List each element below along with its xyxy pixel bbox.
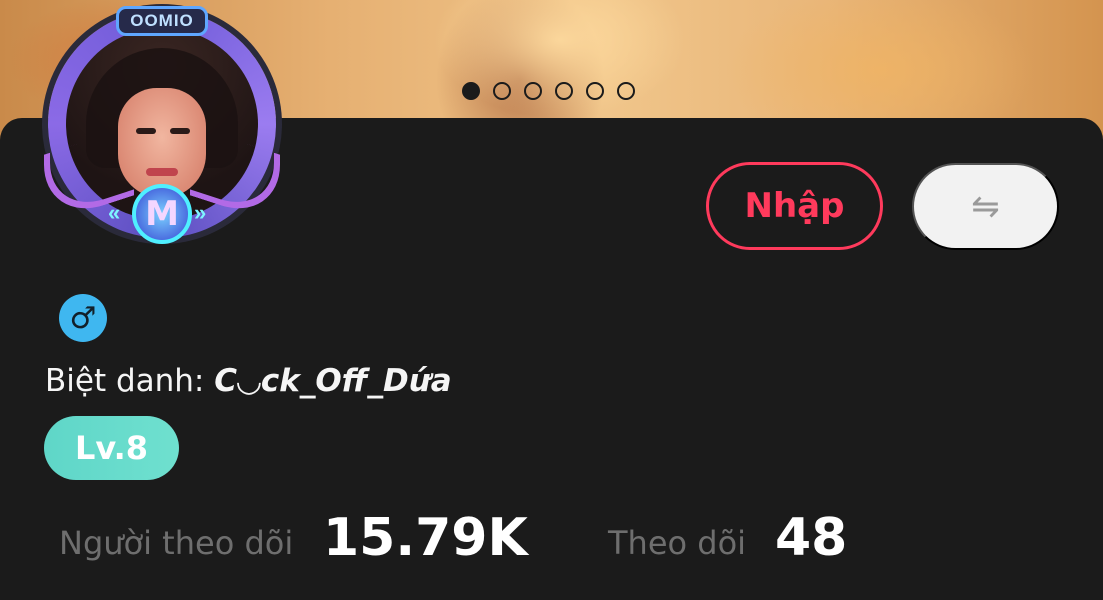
nickname-label: Biệt danh: <box>45 363 205 399</box>
avatar[interactable]: OOMIO « M » <box>40 0 284 250</box>
following-count[interactable]: 48 <box>775 508 847 568</box>
stats-row: Người theo dõi 15.79K Theo dõi 48 <box>0 508 1103 578</box>
followers-count[interactable]: 15.79K <box>323 508 528 568</box>
carousel-dot[interactable] <box>493 82 511 100</box>
switch-button[interactable]: ⇋ <box>912 163 1059 250</box>
carousel-dot[interactable] <box>586 82 604 100</box>
carousel-dot[interactable] <box>462 82 480 100</box>
frame-label: OOMIO <box>116 6 208 36</box>
member-badge: M <box>132 184 192 244</box>
followers-label[interactable]: Người theo dõi <box>59 524 293 562</box>
male-icon: ♂ <box>59 294 107 342</box>
enter-button[interactable]: Nhập <box>706 162 883 250</box>
swap-arrows-icon: ⇋ <box>971 187 1000 226</box>
chevron-left-icon: « <box>108 200 121 225</box>
carousel-indicator <box>462 82 635 100</box>
carousel-dot[interactable] <box>617 82 635 100</box>
chevron-right-icon: » <box>194 200 207 225</box>
nickname-value: C◡ck_Off_Dứa <box>214 363 452 399</box>
level-badge[interactable]: Lv.8 <box>44 416 179 480</box>
carousel-dot[interactable] <box>524 82 542 100</box>
following-label[interactable]: Theo dõi <box>608 524 746 562</box>
carousel-dot[interactable] <box>555 82 573 100</box>
nickname: Biệt danh: C◡ck_Off_Dứa <box>45 363 452 399</box>
